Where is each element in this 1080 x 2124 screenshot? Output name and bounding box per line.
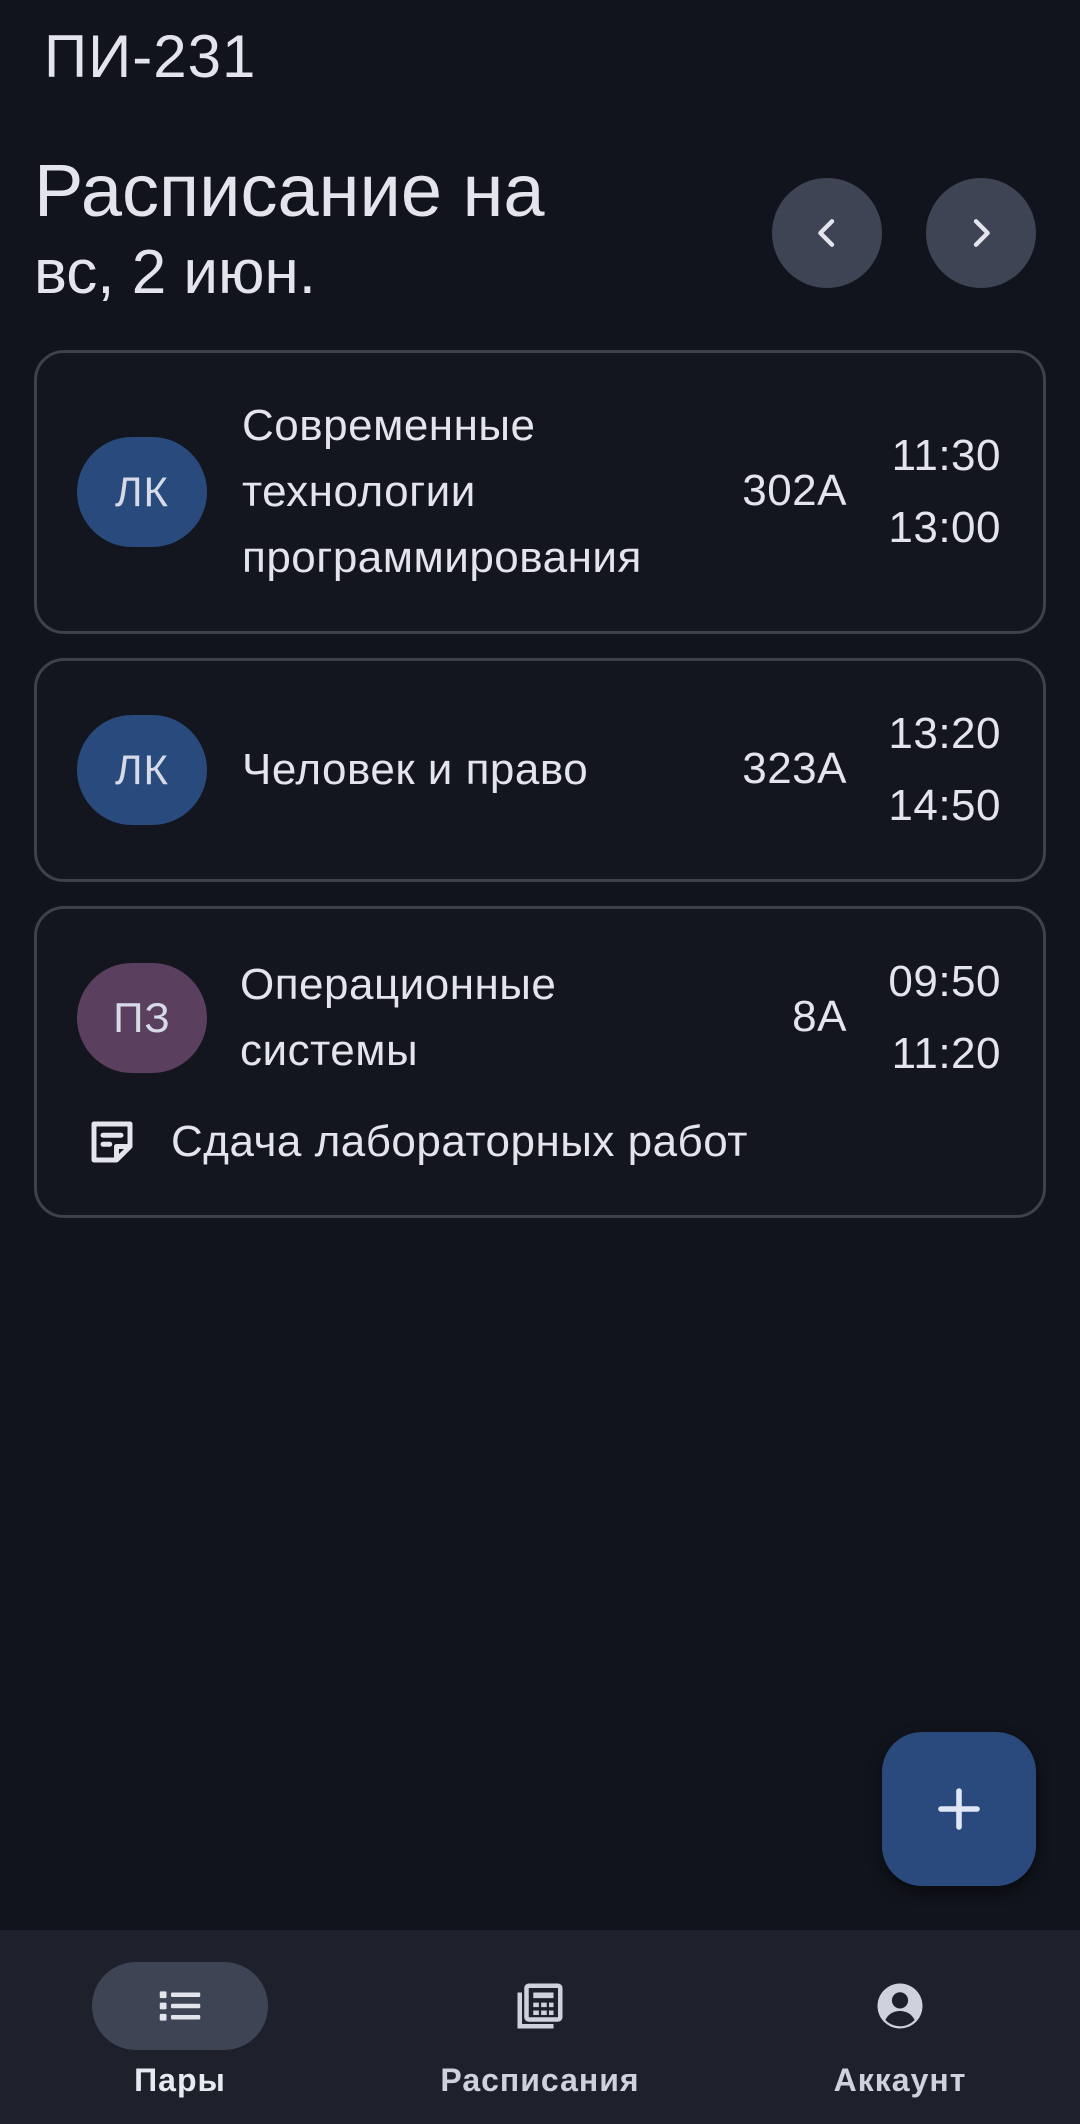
screen: ПИ-231 Расписание на вс, 2 июн. ЛК Совре… (0, 0, 1080, 2124)
nav-item-schedules[interactable]: Расписания (360, 1930, 720, 2124)
next-day-button[interactable] (926, 178, 1036, 288)
group-title: ПИ-231 (44, 23, 257, 90)
nav-item-label: Расписания (440, 2062, 640, 2098)
lesson-type-badge: ПЗ (77, 963, 207, 1073)
lesson-type-badge: ЛК (77, 715, 207, 825)
lesson-room: 302А (742, 466, 847, 515)
bottom-navigation: Пары Расписания Аккаунт (0, 1930, 1080, 2124)
lesson-start-time: 13:20 (888, 709, 1001, 758)
schedule-date: вс, 2 июн. (34, 238, 316, 307)
note-icon (91, 1121, 133, 1163)
list-icon (159, 1991, 201, 2021)
add-lesson-button[interactable] (882, 1732, 1036, 1886)
lesson-times: 09:50 11:20 (888, 946, 1001, 1090)
nav-item-indicator (92, 1962, 268, 2050)
lesson-end-time: 13:00 (888, 503, 1001, 552)
lesson-note: Сдача лабораторных работ (85, 1115, 748, 1169)
lesson-list: ЛК Современные технологии программирован… (34, 350, 1046, 1242)
schedule-header: Расписание на вс, 2 июн. (34, 150, 1046, 310)
lesson-card[interactable]: ЛК Современные технологии программирован… (34, 350, 1046, 634)
lesson-note-text: Сдача лабораторных работ (171, 1117, 748, 1166)
lesson-room: 8А (792, 992, 847, 1041)
nav-item-label: Пары (134, 2062, 226, 2098)
calendar-grid-icon (517, 1983, 563, 2029)
lesson-start-time: 09:50 (888, 957, 1001, 1006)
plus-icon (938, 1788, 980, 1830)
lesson-end-time: 14:50 (888, 781, 1001, 830)
lesson-room: 323А (742, 744, 847, 793)
nav-item-label: Аккаунт (833, 2062, 967, 2098)
nav-item-indicator (812, 1962, 988, 2050)
lesson-times: 13:20 14:50 (888, 698, 1001, 842)
lesson-card[interactable]: ЛК Человек и право 323А 13:20 14:50 (34, 658, 1046, 882)
lesson-card[interactable]: ПЗ Операционные системы 8А 09:50 11:20 С… (34, 906, 1046, 1218)
lesson-type-badge: ЛК (77, 437, 207, 547)
chevron-left-icon (818, 219, 835, 247)
lesson-subject: Человек и право (242, 745, 589, 794)
lesson-times: 11:30 13:00 (888, 420, 1001, 564)
chevron-right-icon (973, 219, 990, 247)
nav-item-indicator (452, 1962, 628, 2050)
lesson-subject: Современные технологии программирования (242, 401, 642, 582)
nav-item-account[interactable]: Аккаунт (720, 1930, 1080, 2124)
nav-item-pairs[interactable]: Пары (0, 1930, 360, 2124)
lesson-subject: Операционные системы (240, 960, 557, 1075)
account-circle-icon (877, 1983, 923, 2029)
lesson-start-time: 11:30 (891, 431, 1001, 480)
lesson-end-time: 11:20 (891, 1029, 1001, 1078)
page-title: Расписание на (34, 149, 545, 232)
previous-day-button[interactable] (772, 178, 882, 288)
